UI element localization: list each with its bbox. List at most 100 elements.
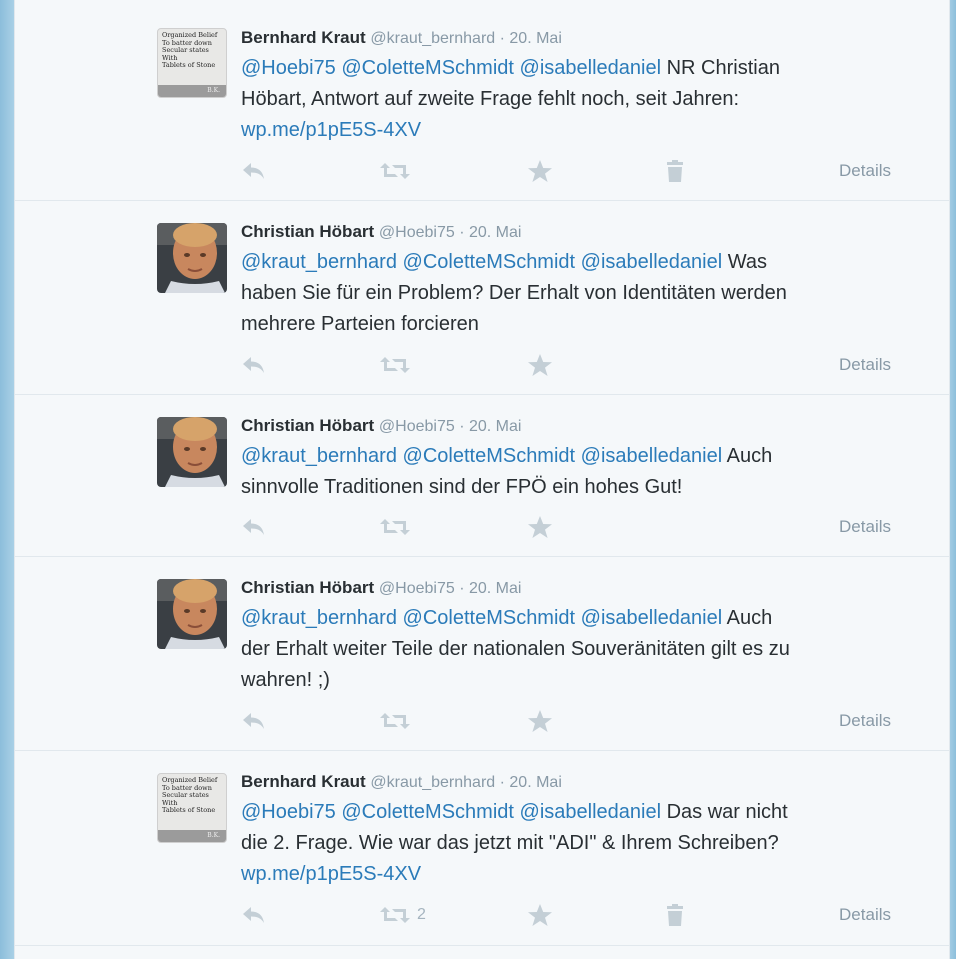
user-fullname[interactable]: Bernhard Kraut bbox=[241, 28, 366, 47]
tweet[interactable]: Christian Höbart @Hoebi75 · 20. Mai @kra… bbox=[15, 395, 949, 557]
reply-arrow-icon bbox=[241, 905, 267, 925]
tweet-link[interactable]: wp.me/p1pE5S-4XV bbox=[241, 119, 421, 141]
avatar[interactable]: Organized Belief To batter down Secular … bbox=[157, 773, 227, 843]
retweet-count: 2 bbox=[417, 906, 426, 923]
star-icon bbox=[527, 159, 553, 183]
mention-link[interactable]: @kraut_bernhard bbox=[241, 445, 397, 467]
favorite-button[interactable] bbox=[527, 515, 553, 539]
tweet-text-segment: Auch bbox=[722, 607, 773, 629]
reply-arrow-icon bbox=[241, 711, 267, 731]
avatar[interactable] bbox=[157, 223, 227, 293]
star-icon bbox=[527, 903, 553, 927]
retweet-arrows-icon bbox=[379, 517, 411, 537]
mention-link[interactable]: @isabelledaniel bbox=[581, 251, 723, 273]
reply-button[interactable] bbox=[241, 353, 267, 377]
tweet-date[interactable]: 20. Mai bbox=[469, 580, 521, 597]
tweet[interactable]: Organized Belief To batter down Secular … bbox=[15, 0, 949, 201]
favorite-button[interactable] bbox=[527, 903, 553, 927]
tweet-link[interactable]: wp.me/p1pE5S-4XV bbox=[241, 863, 421, 885]
retweet-button[interactable]: 2 bbox=[379, 903, 426, 927]
sign-line: Tablets of Stone bbox=[162, 61, 216, 69]
tweet-actions: Details bbox=[241, 709, 891, 733]
user-fullname[interactable]: Christian Höbart bbox=[241, 578, 374, 597]
tweet-text-segment: Das war nicht bbox=[661, 801, 788, 823]
separator: · bbox=[454, 580, 469, 597]
user-handle[interactable]: @Hoebi75 bbox=[379, 418, 455, 435]
reply-arrow-icon bbox=[241, 517, 267, 537]
page-background-left bbox=[0, 0, 14, 959]
separator: · bbox=[454, 224, 469, 241]
tweet-actions: Details bbox=[241, 159, 891, 183]
retweet-button[interactable] bbox=[379, 353, 411, 377]
tweet[interactable]: Organized Belief To batter down Secular … bbox=[15, 751, 949, 946]
mention-link[interactable]: @ColetteMSchmidt bbox=[403, 445, 576, 467]
reply-button[interactable] bbox=[241, 515, 267, 539]
mention-link[interactable]: @Hoebi75 bbox=[241, 57, 336, 79]
favorite-button[interactable] bbox=[527, 353, 553, 377]
mention-link[interactable]: @kraut_bernhard bbox=[241, 607, 397, 629]
trash-icon bbox=[665, 159, 685, 183]
avatar[interactable] bbox=[157, 579, 227, 649]
mention-link[interactable]: @isabelledaniel bbox=[520, 57, 662, 79]
tweet-header: Christian Höbart @Hoebi75 · 20. Mai bbox=[241, 416, 901, 437]
details-link[interactable]: Details bbox=[839, 161, 891, 181]
tweet-text-segment: mehrere Parteien forcieren bbox=[241, 313, 479, 335]
tweet-text: @kraut_bernhard @ColetteMSchmidt @isabel… bbox=[241, 441, 901, 503]
delete-button[interactable] bbox=[665, 903, 685, 927]
sign-footer: B.K. bbox=[158, 85, 226, 97]
favorite-button[interactable] bbox=[527, 709, 553, 733]
tweet-date[interactable]: 20. Mai bbox=[469, 224, 521, 241]
retweet-arrows-icon bbox=[379, 161, 411, 181]
mention-link[interactable]: @isabelledaniel bbox=[581, 607, 723, 629]
mention-link[interactable]: @kraut_bernhard bbox=[241, 251, 397, 273]
star-icon bbox=[527, 709, 553, 733]
tweet-text: @Hoebi75 @ColetteMSchmidt @isabelledanie… bbox=[241, 53, 901, 146]
tweet-date[interactable]: 20. Mai bbox=[509, 30, 561, 47]
user-fullname[interactable]: Christian Höbart bbox=[241, 222, 374, 241]
reply-button[interactable] bbox=[241, 903, 267, 927]
mention-link[interactable]: @Hoebi75 bbox=[241, 801, 336, 823]
star-icon bbox=[527, 515, 553, 539]
user-handle[interactable]: @kraut_bernhard bbox=[370, 774, 495, 791]
user-handle[interactable]: @Hoebi75 bbox=[379, 224, 455, 241]
tweet-header: Bernhard Kraut @kraut_bernhard · 20. Mai bbox=[241, 28, 901, 49]
reply-button[interactable] bbox=[241, 709, 267, 733]
avatar[interactable]: Organized Belief To batter down Secular … bbox=[157, 28, 227, 98]
user-fullname[interactable]: Christian Höbart bbox=[241, 416, 374, 435]
separator: · bbox=[454, 418, 469, 435]
delete-button[interactable] bbox=[665, 159, 685, 183]
star-icon bbox=[527, 353, 553, 377]
favorite-button[interactable] bbox=[527, 159, 553, 183]
details-link[interactable]: Details bbox=[839, 711, 891, 731]
tweet-header: Christian Höbart @Hoebi75 · 20. Mai bbox=[241, 222, 901, 243]
mention-link[interactable]: @ColetteMSchmidt bbox=[403, 251, 576, 273]
tweet-header: Bernhard Kraut @kraut_bernhard · 20. Mai bbox=[241, 772, 901, 793]
user-handle[interactable]: @Hoebi75 bbox=[379, 580, 455, 597]
avatar[interactable] bbox=[157, 417, 227, 487]
details-link[interactable]: Details bbox=[839, 517, 891, 537]
tweet-date[interactable]: 20. Mai bbox=[509, 774, 561, 791]
tweet-text-segment: wahren! ;) bbox=[241, 669, 330, 691]
tweet[interactable]: Christian Höbart @Hoebi75 · 20. Mai @kra… bbox=[15, 201, 949, 395]
tweet-text-segment: haben Sie für ein Problem? Der Erhalt vo… bbox=[241, 282, 787, 304]
mention-link[interactable]: @ColetteMSchmidt bbox=[341, 801, 514, 823]
tweet-date[interactable]: 20. Mai bbox=[469, 418, 521, 435]
reply-arrow-icon bbox=[241, 355, 267, 375]
tweet-actions: Details bbox=[241, 515, 891, 539]
mention-link[interactable]: @ColetteMSchmidt bbox=[403, 607, 576, 629]
details-link[interactable]: Details bbox=[839, 355, 891, 375]
retweet-button[interactable] bbox=[379, 159, 417, 183]
tweet[interactable]: Christian Höbart @Hoebi75 · 20. Mai @kra… bbox=[15, 557, 949, 751]
retweet-button[interactable] bbox=[379, 709, 411, 733]
user-handle[interactable]: @kraut_bernhard bbox=[370, 30, 495, 47]
retweet-button[interactable] bbox=[379, 515, 411, 539]
details-link[interactable]: Details bbox=[839, 905, 891, 925]
tweet-actions: 2 Details bbox=[241, 903, 891, 927]
retweet-arrows-icon bbox=[379, 355, 411, 375]
mention-link[interactable]: @ColetteMSchmidt bbox=[341, 57, 514, 79]
user-fullname[interactable]: Bernhard Kraut bbox=[241, 772, 366, 791]
mention-link[interactable]: @isabelledaniel bbox=[520, 801, 662, 823]
tweet-text-segment: Was bbox=[722, 251, 767, 273]
mention-link[interactable]: @isabelledaniel bbox=[581, 445, 723, 467]
reply-button[interactable] bbox=[241, 159, 267, 183]
